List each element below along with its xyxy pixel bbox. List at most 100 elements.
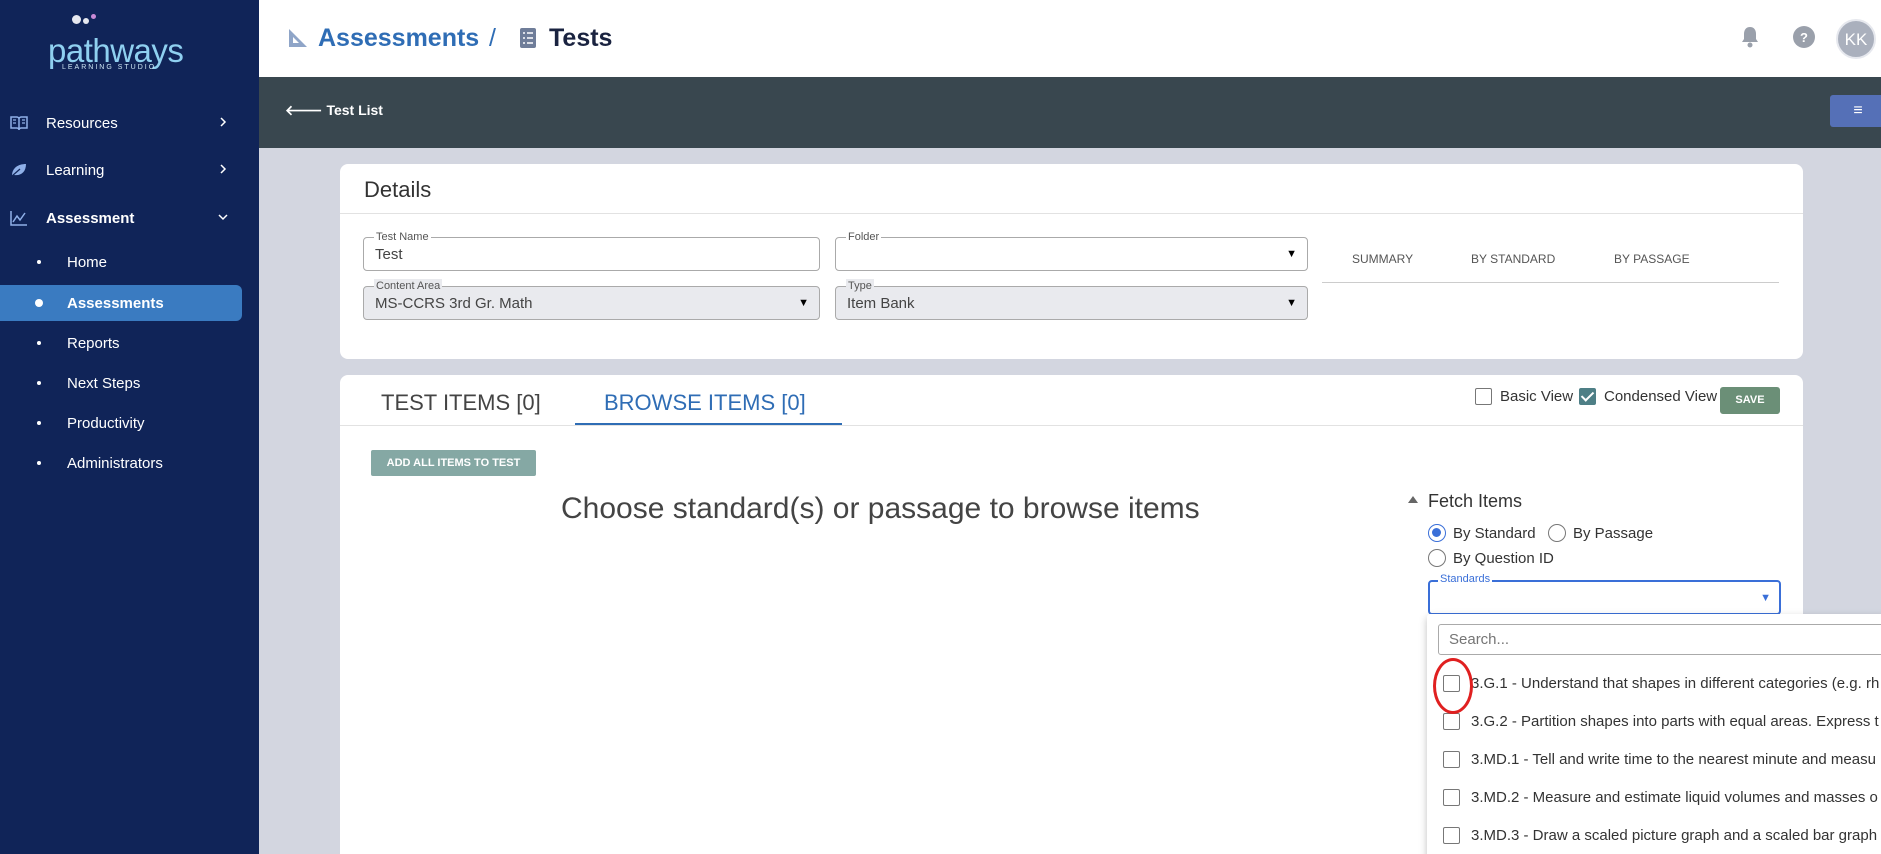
- bullet: [37, 421, 41, 425]
- divider: [340, 425, 1803, 426]
- standard-checkbox[interactable]: [1443, 751, 1460, 768]
- bullet: [37, 260, 41, 264]
- folder-select[interactable]: Folder ▼: [835, 230, 1308, 271]
- type-select[interactable]: Type Item Bank ▼: [835, 279, 1308, 320]
- bullet: [37, 341, 41, 345]
- test-name-field[interactable]: Test Name Test: [363, 230, 820, 271]
- standard-checkbox[interactable]: [1443, 827, 1460, 844]
- svg-text:?: ?: [1800, 30, 1808, 45]
- tabs-underline: [1322, 282, 1779, 283]
- tab-by-passage[interactable]: BY PASSAGE: [1614, 252, 1690, 266]
- bell-icon[interactable]: [1737, 24, 1763, 50]
- details-card: Details Test Name Test Folder ▼ Content …: [340, 164, 1803, 359]
- tab-by-standard[interactable]: BY STANDARD: [1471, 252, 1555, 266]
- bullet: [37, 381, 41, 385]
- ruler-triangle-icon: [289, 29, 307, 47]
- tab-summary[interactable]: SUMMARY: [1352, 252, 1413, 266]
- field-label: Test Name: [374, 230, 431, 244]
- by-passage-label: By Passage: [1573, 525, 1654, 542]
- standard-option[interactable]: 3.G.1 - Understand that shapes in differ…: [1427, 666, 1881, 704]
- content-area-select[interactable]: Content Area MS-CCRS 3rd Gr. Math ▼: [363, 279, 820, 320]
- leaf-icon: [11, 164, 26, 177]
- logo-subtitle: LEARNING STUDIO: [62, 64, 157, 71]
- empty-state-message: Choose standard(s) or passage to browse …: [561, 492, 1200, 525]
- avatar[interactable]: KK: [1836, 19, 1876, 59]
- by-standard-radio[interactable]: [1428, 524, 1446, 542]
- add-all-items-button[interactable]: ADD ALL ITEMS TO TEST: [371, 450, 536, 476]
- field-label: Type: [846, 279, 874, 293]
- standard-option[interactable]: 3.MD.3 - Draw a scaled picture graph and…: [1427, 818, 1881, 854]
- back-to-test-list-link[interactable]: 🡐 Test List: [285, 102, 383, 119]
- chart-icon: [10, 211, 27, 226]
- standard-label: 3.MD.1 - Tell and write time to the near…: [1471, 751, 1876, 768]
- sidebar-item-label: Assessments: [67, 294, 164, 312]
- tab-test-items[interactable]: TEST ITEMS [0]: [381, 390, 541, 416]
- sidebar-item-productivity[interactable]: Productivity: [0, 405, 259, 441]
- page-title: Tests: [549, 24, 613, 52]
- by-question-id-radio[interactable]: [1428, 549, 1446, 567]
- field-value: Test: [375, 246, 403, 263]
- fetch-items-title: Fetch Items: [1428, 491, 1523, 511]
- tab-browse-items[interactable]: BROWSE ITEMS [0]: [604, 390, 806, 416]
- save-button[interactable]: SAVE: [1720, 387, 1780, 414]
- standard-option[interactable]: 3.MD.1 - Tell and write time to the near…: [1427, 742, 1881, 780]
- by-passage-radio[interactable]: [1548, 524, 1566, 542]
- standards-dropdown: 3.G.1 - Understand that shapes in differ…: [1427, 614, 1881, 854]
- top-bar: Assessments / Tests ? KK: [259, 0, 1881, 77]
- highlight-circle-annotation: [1433, 658, 1473, 714]
- condensed-view-checkbox[interactable]: [1579, 388, 1596, 405]
- standard-label: 3.G.2 - Partition shapes into parts with…: [1471, 713, 1879, 730]
- dropdown-arrow-icon: ▼: [1286, 248, 1297, 260]
- sidebar-item-label: Reports: [67, 334, 120, 352]
- menu-button[interactable]: ≡: [1830, 95, 1881, 127]
- sidebar-item-next-steps[interactable]: Next Steps: [0, 365, 259, 401]
- standard-option[interactable]: 3.G.2 - Partition shapes into parts with…: [1427, 704, 1881, 742]
- standards-search-input[interactable]: [1438, 624, 1881, 655]
- standards-select[interactable]: Standards ▼: [1428, 573, 1781, 615]
- pathways-logo[interactable]: pathways LEARNING STUDIO: [40, 12, 200, 72]
- sidebar-item-assessments[interactable]: Assessments: [0, 285, 242, 321]
- standard-checkbox[interactable]: [1443, 713, 1460, 730]
- chevron-right-icon: [220, 164, 227, 174]
- basic-view-checkbox[interactable]: [1475, 388, 1492, 405]
- standard-checkbox[interactable]: [1443, 789, 1460, 806]
- sidebar-item-label: Resources: [46, 114, 118, 132]
- collapse-triangle-icon[interactable]: [1408, 496, 1418, 503]
- field-value: MS-CCRS 3rd Gr. Math: [375, 295, 533, 312]
- sidebar: pathways LEARNING STUDIO Resources Learn…: [0, 0, 259, 854]
- back-link-label: Test List: [326, 102, 383, 118]
- sidebar-item-label: Assessment: [46, 209, 135, 227]
- bullet: [37, 461, 41, 465]
- logo-dot: [91, 14, 96, 19]
- sidebar-item-label: Productivity: [67, 414, 145, 432]
- sub-header: 🡐 Test List ≡: [259, 77, 1881, 148]
- help-icon[interactable]: ?: [1791, 24, 1817, 50]
- sidebar-item-home[interactable]: Home: [0, 244, 259, 280]
- dropdown-arrow-icon: ▼: [1760, 592, 1771, 604]
- sidebar-item-label: Learning: [46, 161, 105, 179]
- field-value: Item Bank: [847, 295, 915, 312]
- sidebar-item-learning[interactable]: Learning: [0, 150, 259, 190]
- condensed-view-label: Condensed View: [1604, 388, 1718, 405]
- arrow-left-icon: 🡐: [285, 102, 323, 118]
- chevron-right-icon: [220, 117, 227, 127]
- standard-option[interactable]: 3.MD.2 - Measure and estimate liquid vol…: [1427, 780, 1881, 818]
- field-label: Standards: [1438, 573, 1493, 585]
- sidebar-item-label: Next Steps: [67, 374, 141, 392]
- sidebar-item-assessment[interactable]: Assessment: [0, 198, 259, 238]
- breadcrumb-assessments[interactable]: Assessments: [318, 24, 479, 53]
- sidebar-item-administrators[interactable]: Administrators: [0, 445, 259, 481]
- logo-dot: [72, 15, 81, 24]
- basic-view-label: Basic View: [1500, 388, 1574, 405]
- checklist-icon: [520, 28, 536, 48]
- logo-dot: [83, 18, 89, 24]
- sidebar-item-reports[interactable]: Reports: [0, 325, 259, 361]
- standard-label: 3.MD.3 - Draw a scaled picture graph and…: [1471, 827, 1878, 844]
- book-icon: [10, 116, 28, 131]
- by-standard-label: By Standard: [1453, 525, 1536, 542]
- sidebar-item-label: Home: [67, 253, 108, 271]
- field-label: Content Area: [374, 279, 443, 293]
- chevron-down-icon: [218, 214, 228, 221]
- sidebar-item-resources[interactable]: Resources: [0, 103, 259, 143]
- dropdown-arrow-icon: ▼: [798, 297, 809, 309]
